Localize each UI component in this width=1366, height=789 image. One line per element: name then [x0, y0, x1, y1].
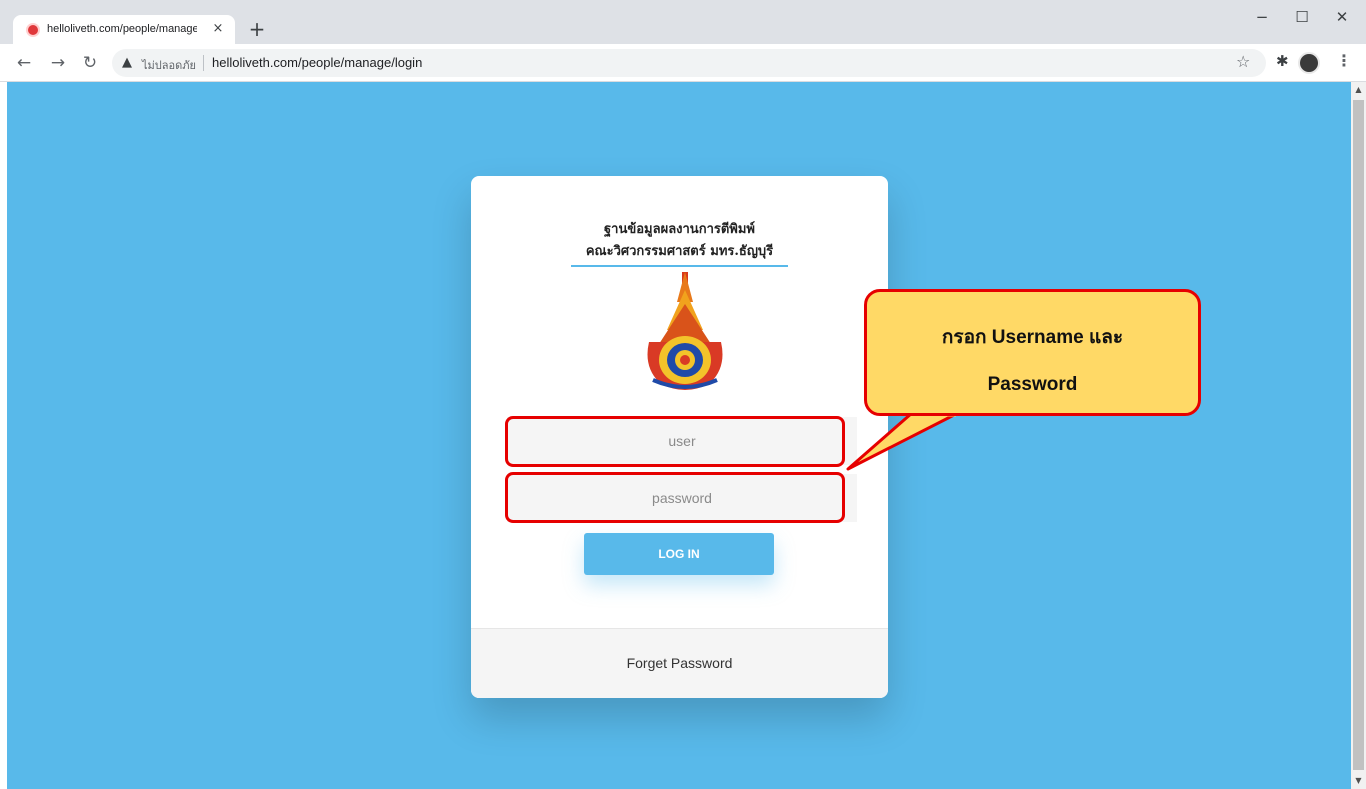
- instruction-callout: กรอก Username และ Password: [864, 289, 1201, 416]
- tab-title: helloliveth.com/people/manage/: [47, 23, 197, 35]
- forward-arrow-icon[interactable]: →: [46, 51, 70, 75]
- browser-tab[interactable]: helloliveth.com/people/manage/ ×: [13, 15, 235, 45]
- minimize-button[interactable]: −: [1242, 4, 1282, 30]
- kebab-menu-icon[interactable]: ⋮: [1336, 51, 1352, 70]
- login-title-line1: ฐานข้อมูลผลงานการตีพิมพ์: [603, 222, 755, 237]
- tab-close-icon[interactable]: ×: [209, 20, 227, 38]
- login-title-line2: คณะวิศวกรรมศาสตร์ มทร.ธัญบุรี: [571, 240, 788, 267]
- not-secure-label[interactable]: ไม่ปลอดภัย: [142, 56, 196, 74]
- profile-avatar[interactable]: [1298, 52, 1320, 74]
- star-icon[interactable]: ☆: [1236, 52, 1250, 71]
- scroll-down-icon[interactable]: ▼: [1351, 773, 1366, 789]
- vertical-scrollbar[interactable]: ▲ ▼: [1351, 82, 1366, 789]
- new-tab-button[interactable]: +: [244, 17, 270, 43]
- callout-text-line1: กรอก Username และ: [941, 327, 1124, 348]
- scrollbar-thumb[interactable]: [1353, 100, 1364, 770]
- puzzle-icon[interactable]: ✱: [1276, 52, 1289, 70]
- close-window-button[interactable]: ✕: [1322, 4, 1362, 30]
- back-arrow-icon[interactable]: ←: [12, 51, 36, 75]
- university-emblem-logo: [647, 272, 723, 390]
- browser-tabstrip: helloliveth.com/people/manage/ × + − ☐ ✕: [0, 0, 1366, 45]
- url-text[interactable]: helloliveth.com/people/manage/login: [212, 55, 422, 70]
- forget-password-link[interactable]: Forget Password: [471, 655, 888, 671]
- password-highlight-box: [505, 472, 845, 523]
- maximize-button[interactable]: ☐: [1282, 4, 1322, 30]
- browser-toolbar: ← → ↻ ▲ ไม่ปลอดภัย helloliveth.com/peopl…: [0, 44, 1366, 82]
- scroll-up-icon[interactable]: ▲: [1351, 82, 1366, 98]
- username-highlight-box: [505, 416, 845, 467]
- reload-icon[interactable]: ↻: [78, 51, 102, 75]
- address-bar[interactable]: ▲ ไม่ปลอดภัย helloliveth.com/people/mana…: [112, 49, 1266, 77]
- login-card-footer: Forget Password: [471, 628, 888, 698]
- callout-text-line2: Password: [987, 374, 1078, 395]
- warning-icon[interactable]: ▲: [122, 55, 132, 70]
- address-separator: [203, 55, 204, 71]
- site-favicon-icon: [26, 23, 40, 37]
- login-button[interactable]: LOG IN: [584, 533, 774, 575]
